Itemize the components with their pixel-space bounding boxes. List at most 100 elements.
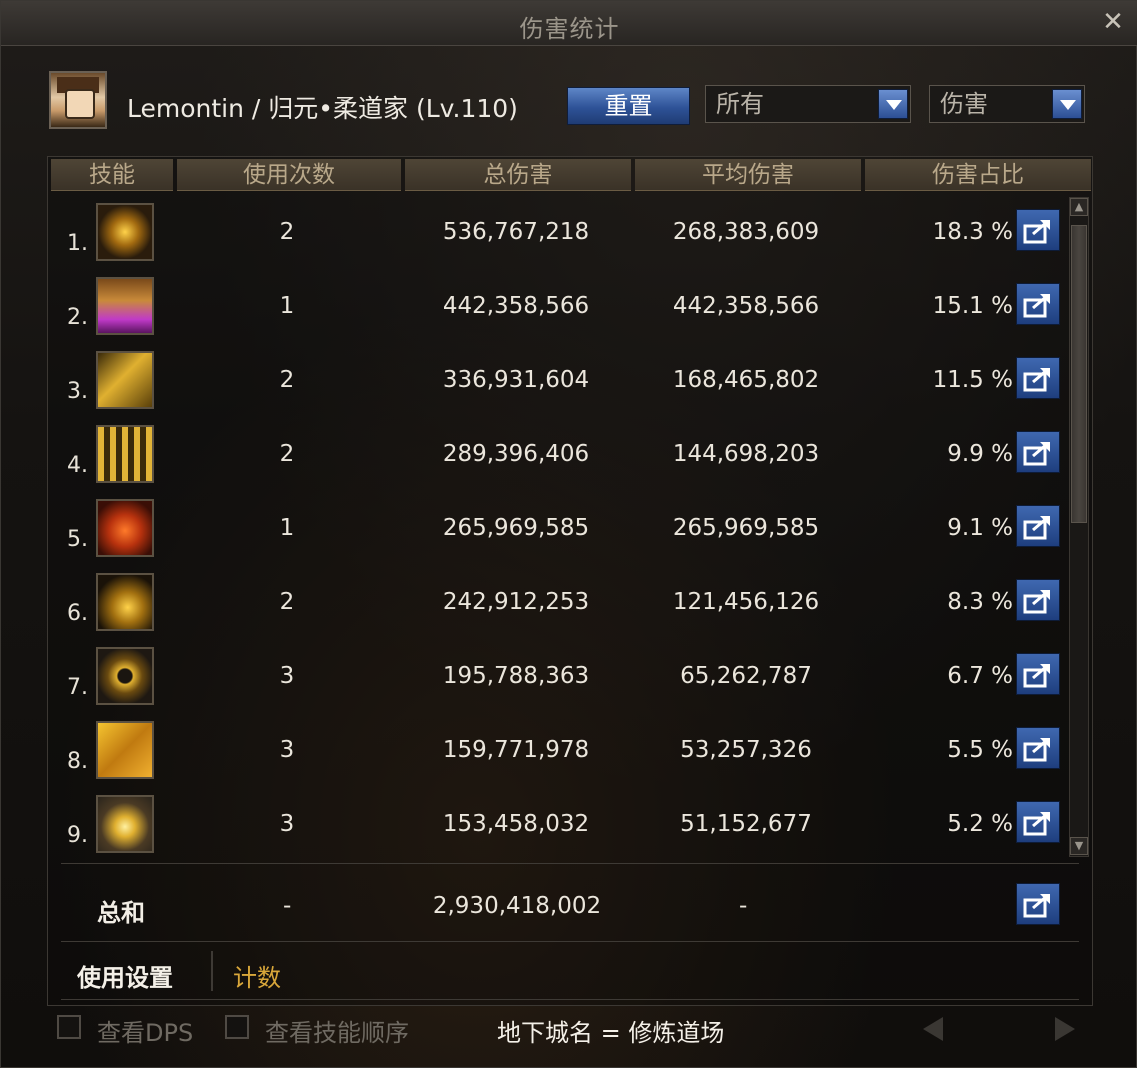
- divider: [61, 863, 1079, 864]
- row-pct: 5.2 %: [947, 811, 1013, 837]
- table-row[interactable]: 4. 2 289,396,406 144,698,203 9.9 %: [53, 419, 1065, 493]
- filter-select[interactable]: 所有: [705, 85, 911, 123]
- share-button[interactable]: [1016, 431, 1060, 473]
- row-uses: 3: [279, 663, 295, 689]
- row-rank: 6.: [67, 601, 88, 626]
- row-rank: 7.: [67, 675, 88, 700]
- share-button[interactable]: [1016, 801, 1060, 843]
- tab-settings[interactable]: 使用设置: [77, 958, 173, 993]
- prev-arrow-icon[interactable]: [917, 1013, 949, 1045]
- header-uses: 使用次数: [177, 159, 401, 191]
- header-skill: 技能: [51, 159, 173, 191]
- skill-icon: [96, 573, 154, 631]
- share-icon: [1023, 590, 1050, 614]
- table-row[interactable]: 1. 2 536,767,218 268,383,609 18.3 %: [53, 197, 1065, 271]
- reset-button[interactable]: 重置: [567, 87, 690, 125]
- skill-icon: [96, 499, 154, 557]
- scrollbar-thumb[interactable]: [1071, 225, 1087, 523]
- header-total-damage: 总伤害: [405, 159, 631, 191]
- row-uses: 2: [279, 367, 295, 393]
- row-rank: 5.: [67, 527, 88, 552]
- chevron-down-icon[interactable]: [1052, 89, 1082, 119]
- next-arrow-icon[interactable]: [1049, 1013, 1081, 1045]
- view-skill-order-label: 查看技能顺序: [265, 1019, 409, 1047]
- row-uses: 3: [279, 737, 295, 763]
- row-total: 265,969,585: [442, 515, 590, 541]
- share-button[interactable]: [1016, 209, 1060, 251]
- row-rank: 3.: [67, 379, 88, 404]
- table-row[interactable]: 9. 3 153,458,032 51,152,677 5.2 %: [53, 789, 1065, 863]
- row-uses: 1: [279, 293, 295, 319]
- type-select-value: 伤害: [940, 90, 988, 118]
- share-icon: [1023, 812, 1050, 836]
- table-row[interactable]: 6. 2 242,912,253 121,456,126 8.3 %: [53, 567, 1065, 641]
- skill-icon: [96, 277, 154, 335]
- table-row[interactable]: 8. 3 159,771,978 53,257,326 5.5 %: [53, 715, 1065, 789]
- header-avg-damage: 平均伤害: [635, 159, 861, 191]
- skill-icon: [96, 795, 154, 853]
- row-avg: 51,152,677: [680, 811, 812, 837]
- share-total-button[interactable]: [1016, 883, 1060, 925]
- chevron-down-icon[interactable]: [878, 89, 908, 119]
- avatar: [49, 71, 107, 129]
- share-button[interactable]: [1016, 505, 1060, 547]
- table-row[interactable]: 3. 2 336,931,604 168,465,802 11.5 %: [53, 345, 1065, 419]
- share-button[interactable]: [1016, 727, 1060, 769]
- view-skill-order-checkbox[interactable]: [225, 1015, 249, 1039]
- share-button[interactable]: [1016, 579, 1060, 621]
- skill-icon: [96, 647, 154, 705]
- share-icon: [1023, 516, 1050, 540]
- scroll-down-icon[interactable]: ▼: [1070, 837, 1088, 855]
- row-total: 289,396,406: [442, 441, 590, 467]
- share-button[interactable]: [1016, 283, 1060, 325]
- row-rank: 1.: [67, 231, 88, 256]
- table-row[interactable]: 7. 3 195,788,363 65,262,787 6.7 %: [53, 641, 1065, 715]
- row-avg: 53,257,326: [680, 737, 812, 763]
- share-icon: [1023, 220, 1050, 244]
- view-dps-checkbox[interactable]: [57, 1015, 81, 1039]
- row-pct: 15.1 %: [932, 293, 1013, 319]
- table-row[interactable]: 5. 1 265,969,585 265,969,585 9.1 %: [53, 493, 1065, 567]
- row-uses: 2: [279, 589, 295, 615]
- total-avg: -: [739, 893, 748, 919]
- skill-icon: [96, 203, 154, 261]
- skill-icon: [96, 351, 154, 409]
- close-icon[interactable]: ✕: [1100, 9, 1126, 35]
- row-total: 153,458,032: [442, 811, 590, 837]
- row-avg: 144,698,203: [672, 441, 820, 467]
- row-total: 536,767,218: [442, 219, 590, 245]
- scroll-up-icon[interactable]: ▲: [1070, 198, 1088, 216]
- row-avg: 265,969,585: [672, 515, 820, 541]
- filter-select-value: 所有: [716, 90, 764, 118]
- view-dps-label: 查看DPS: [97, 1019, 194, 1047]
- share-icon: [1023, 442, 1050, 466]
- share-icon: [1023, 664, 1050, 688]
- tab-separator: [211, 951, 213, 991]
- dungeon-name: 地下城名 = 修炼道场: [497, 1019, 725, 1047]
- tab-count[interactable]: 计数: [233, 958, 281, 993]
- window-title: 伤害统计: [519, 15, 620, 43]
- share-button[interactable]: [1016, 653, 1060, 695]
- row-pct: 9.1 %: [947, 515, 1013, 541]
- share-button[interactable]: [1016, 357, 1060, 399]
- row-avg: 268,383,609: [672, 219, 820, 245]
- row-avg: 442,358,566: [672, 293, 820, 319]
- title-bar[interactable]: 伤害统计 ✕: [1, 1, 1137, 46]
- row-avg: 65,262,787: [680, 663, 812, 689]
- share-icon: [1023, 294, 1050, 318]
- row-total: 159,771,978: [442, 737, 590, 763]
- type-select[interactable]: 伤害: [929, 85, 1085, 123]
- row-pct: 8.3 %: [947, 589, 1013, 615]
- row-avg: 121,456,126: [672, 589, 820, 615]
- damage-stats-window: 伤害统计 ✕ Lemontin / 归元•柔道家 (Lv.110) 重置 所有 …: [0, 0, 1137, 1068]
- total-damage: 2,930,418,002: [432, 893, 602, 919]
- row-rank: 8.: [67, 749, 88, 774]
- skill-icon: [96, 425, 154, 483]
- table-row[interactable]: 2. 1 442,358,566 442,358,566 15.1 %: [53, 271, 1065, 345]
- row-pct: 11.5 %: [932, 367, 1013, 393]
- divider: [61, 999, 1079, 1000]
- row-pct: 5.5 %: [947, 737, 1013, 763]
- row-uses: 2: [279, 219, 295, 245]
- row-uses: 2: [279, 441, 295, 467]
- row-rank: 2.: [67, 305, 88, 330]
